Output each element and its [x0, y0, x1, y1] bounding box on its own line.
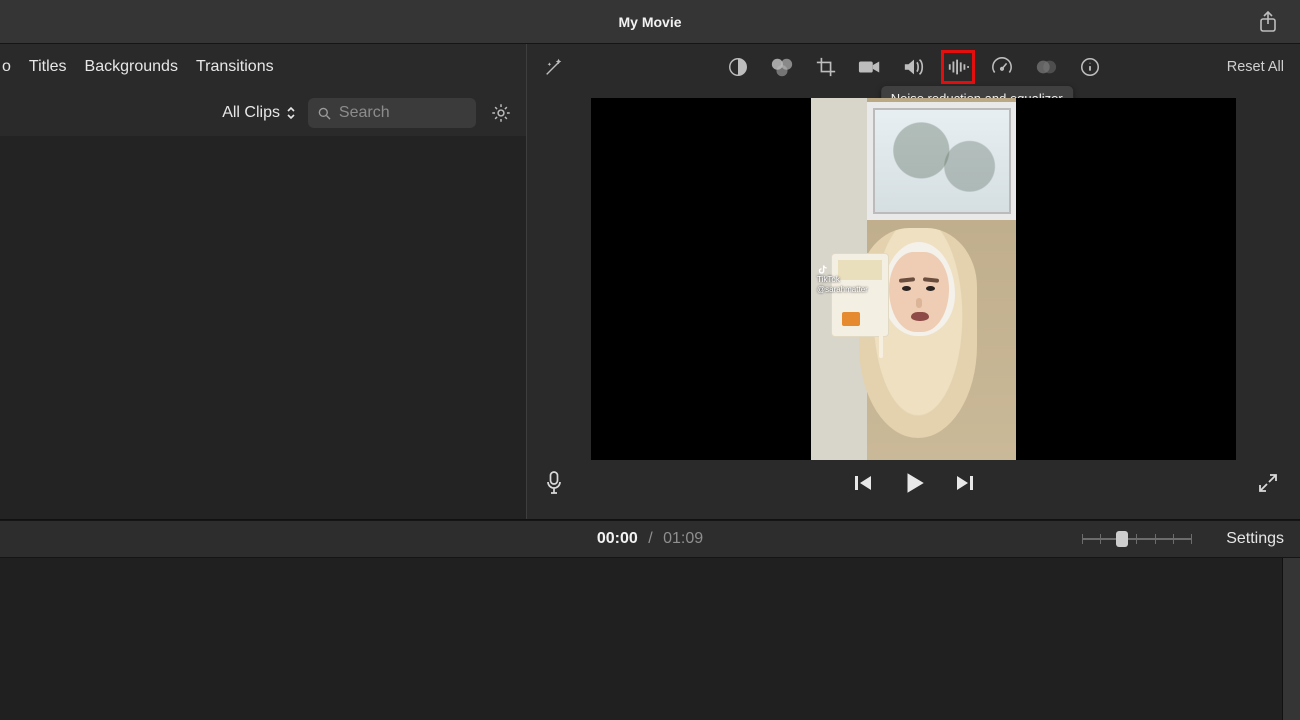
- watermark-handle: @sarahmatter: [817, 285, 868, 294]
- status-bar: 00:00 / 01:09 Settings: [0, 520, 1300, 558]
- gear-icon: [490, 102, 512, 124]
- play-icon: [901, 470, 927, 496]
- color-correction-button[interactable]: [767, 52, 797, 82]
- media-browser: o Titles Backgrounds Transitions All Cli…: [0, 44, 527, 519]
- transport-bar: [527, 460, 1300, 506]
- updown-chevron-icon: [286, 106, 296, 120]
- browser-settings-button[interactable]: [488, 100, 514, 126]
- timeline-zoom-slider[interactable]: [1082, 537, 1192, 541]
- prev-button[interactable]: [853, 473, 873, 493]
- speedometer-icon: [991, 56, 1013, 78]
- equalizer-icon: [947, 57, 969, 77]
- fullscreen-button[interactable]: [1258, 473, 1278, 493]
- current-time: 00:00: [597, 530, 638, 547]
- crop-button[interactable]: [811, 52, 841, 82]
- tab-titles[interactable]: Titles: [29, 58, 67, 76]
- noise-reduction-equalizer-button[interactable]: Noise reduction and equalizer: [943, 52, 973, 82]
- skip-next-icon: [955, 473, 975, 493]
- video-frame-placeholder: TikTok @sarahmatter: [811, 98, 1016, 460]
- enhance-button[interactable]: [539, 52, 569, 82]
- timeline-settings-button[interactable]: Settings: [1226, 530, 1284, 548]
- watermark-app: TikTok: [817, 275, 840, 284]
- microphone-icon: [545, 471, 563, 495]
- volume-button[interactable]: [899, 52, 929, 82]
- playback-controls: [853, 470, 975, 496]
- timeline[interactable]: [0, 558, 1300, 720]
- tiktok-icon: [817, 264, 828, 275]
- title-bar: My Movie: [0, 0, 1300, 44]
- half-circle-icon: [727, 56, 749, 78]
- time-separator: /: [648, 530, 652, 547]
- clips-filter-dropdown[interactable]: All Clips: [222, 104, 296, 122]
- reset-all-button[interactable]: Reset All: [1227, 59, 1284, 75]
- timeline-scrollbar[interactable]: [1282, 558, 1300, 720]
- play-button[interactable]: [901, 470, 927, 496]
- project-title: My Movie: [618, 14, 681, 30]
- viewer-panel: Noise reduction and equalizer Reset All: [527, 44, 1300, 519]
- overlap-circles-icon: [1035, 57, 1057, 77]
- watermark: TikTok @sarahmatter: [817, 264, 868, 295]
- zoom-knob[interactable]: [1116, 531, 1128, 547]
- app-window: My Movie o Titles Backgrounds Transition…: [0, 0, 1300, 720]
- color-balance-button[interactable]: [723, 52, 753, 82]
- tab-partial[interactable]: o: [0, 58, 11, 76]
- palette-icon: [770, 56, 794, 78]
- skip-previous-icon: [853, 473, 873, 493]
- share-button[interactable]: [1254, 8, 1282, 36]
- tab-transitions[interactable]: Transitions: [196, 58, 274, 76]
- inspector-toolbar: Noise reduction and equalizer Reset All: [527, 44, 1300, 90]
- share-icon: [1258, 11, 1278, 33]
- search-input[interactable]: [339, 104, 466, 122]
- video-camera-icon: [858, 57, 882, 77]
- playhead-time: 00:00 / 01:09: [597, 530, 703, 548]
- preview-canvas[interactable]: TikTok @sarahmatter: [591, 98, 1236, 460]
- inspector-tool-group: Noise reduction and equalizer: [723, 52, 1105, 82]
- crop-icon: [815, 56, 837, 78]
- voiceover-button[interactable]: [541, 470, 567, 496]
- expand-icon: [1258, 473, 1278, 493]
- search-field[interactable]: [308, 98, 476, 128]
- upper-panel: o Titles Backgrounds Transitions All Cli…: [0, 44, 1300, 520]
- speaker-icon: [903, 57, 925, 77]
- next-button[interactable]: [955, 473, 975, 493]
- browser-filter-row: All Clips: [0, 90, 526, 136]
- clip-filter-button[interactable]: [1031, 52, 1061, 82]
- magic-wand-icon: [543, 56, 565, 78]
- browser-tabs: o Titles Backgrounds Transitions: [0, 44, 526, 90]
- info-icon: [1079, 56, 1101, 78]
- stabilization-button[interactable]: [855, 52, 885, 82]
- tab-backgrounds[interactable]: Backgrounds: [85, 58, 178, 76]
- clip-info-button[interactable]: [1075, 52, 1105, 82]
- clips-filter-label: All Clips: [222, 104, 280, 122]
- viewer: TikTok @sarahmatter: [527, 90, 1300, 519]
- browser-content-empty: [0, 136, 526, 519]
- speed-button[interactable]: [987, 52, 1017, 82]
- search-icon: [318, 106, 331, 121]
- total-duration: 01:09: [663, 530, 703, 547]
